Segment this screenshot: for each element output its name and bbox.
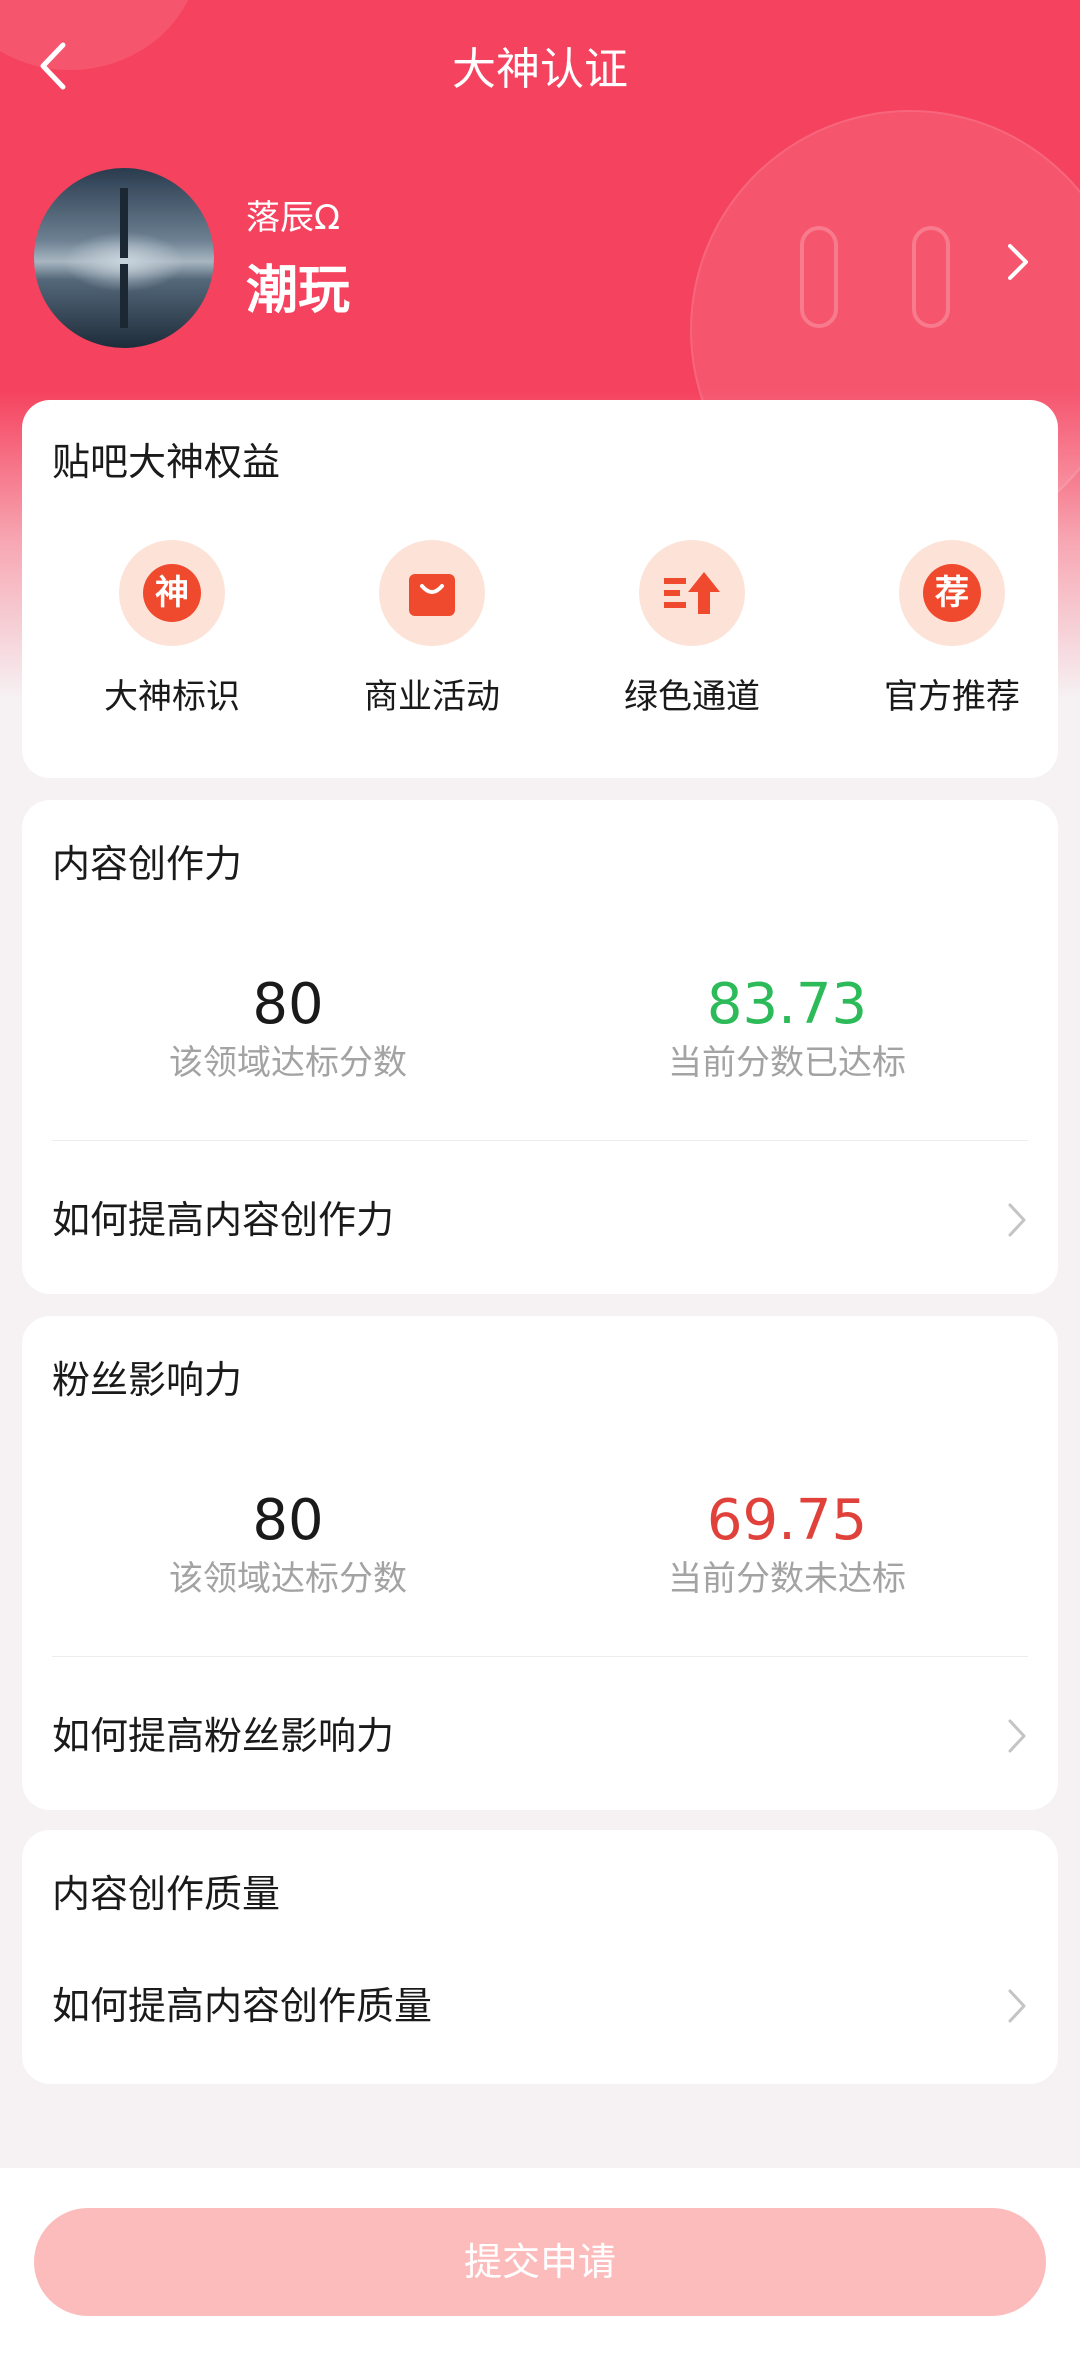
chevron-right-icon xyxy=(1008,1989,1026,2023)
link-label: 如何提高粉丝影响力 xyxy=(52,1714,395,1758)
benefit-label: 官方推荐 xyxy=(884,677,1020,717)
certification-field: 潮玩 xyxy=(246,261,351,321)
badge-icon: 神 xyxy=(143,564,201,622)
benefits-title: 贴吧大神权益 xyxy=(52,440,281,484)
link-label: 如何提高内容创作质量 xyxy=(52,1984,433,2028)
current-score: 69.75 xyxy=(706,1488,868,1553)
content-quality-title: 内容创作质量 xyxy=(52,1872,281,1916)
chevron-right-icon xyxy=(1008,1203,1026,1237)
fan-influence-title: 粉丝影响力 xyxy=(52,1358,243,1402)
page-title: 大神认证 xyxy=(452,44,628,95)
chevron-right-icon xyxy=(1008,244,1028,280)
top-bar: 大神认证 xyxy=(0,0,1080,140)
divider xyxy=(52,1656,1028,1657)
current-score-block: 83.73 当前分数已达标 xyxy=(537,970,1037,1086)
fan-influence-card: 粉丝影响力 80 该领域达标分数 69.75 当前分数未达标 如何提高粉丝影响力 xyxy=(22,1316,1058,1810)
content-quality-card: 内容创作质量 如何提高内容创作质量 xyxy=(22,1830,1058,2084)
content-creation-card: 内容创作力 80 该领域达标分数 83.73 当前分数已达标 如何提高内容创作力 xyxy=(22,800,1058,1294)
current-score-label: 当前分数已达标 xyxy=(668,1043,906,1083)
benefit-badge[interactable]: 神 大神标识 xyxy=(67,540,277,720)
shopping-bag-icon xyxy=(409,574,455,616)
target-score: 80 xyxy=(252,1488,324,1553)
content-creation-title: 内容创作力 xyxy=(52,842,243,886)
target-score-block: 80 该领域达标分数 xyxy=(38,970,538,1086)
avatar xyxy=(34,168,214,348)
submit-application-button[interactable]: 提交申请 xyxy=(34,2208,1046,2316)
target-score-block: 80 该领域达标分数 xyxy=(38,1486,538,1602)
bottom-bar: 提交申请 xyxy=(0,2168,1080,2356)
target-score: 80 xyxy=(252,972,324,1037)
fast-track-icon xyxy=(664,572,720,614)
link-label: 如何提高内容创作力 xyxy=(52,1198,395,1242)
divider xyxy=(52,1140,1028,1141)
user-nickname: 落辰Ω xyxy=(246,198,340,238)
chevron-right-icon xyxy=(1008,1719,1026,1753)
benefit-label: 大神标识 xyxy=(104,677,240,717)
benefit-label: 商业活动 xyxy=(364,677,500,717)
improve-fan-influence-link[interactable]: 如何提高粉丝影响力 xyxy=(22,1684,1058,1786)
target-score-label: 该领域达标分数 xyxy=(169,1043,407,1083)
benefit-recommend[interactable]: 荐 官方推荐 xyxy=(847,540,1057,720)
benefit-fast-track[interactable]: 绿色通道 xyxy=(587,540,797,720)
benefit-label: 绿色通道 xyxy=(624,677,760,717)
current-score-block: 69.75 当前分数未达标 xyxy=(537,1486,1037,1602)
benefits-card: 贴吧大神权益 神 大神标识 商业活动 绿色通道 荐 官方推荐 xyxy=(22,400,1058,778)
improve-content-quality-link[interactable]: 如何提高内容创作质量 xyxy=(22,1954,1058,2056)
benefit-business[interactable]: 商业活动 xyxy=(327,540,537,720)
target-score-label: 该领域达标分数 xyxy=(169,1559,407,1599)
profile-row[interactable]: 落辰Ω 潮玩 xyxy=(34,168,1044,354)
recommend-icon: 荐 xyxy=(923,564,981,622)
current-score-label: 当前分数未达标 xyxy=(668,1559,906,1599)
improve-content-creation-link[interactable]: 如何提高内容创作力 xyxy=(22,1168,1058,1270)
current-score: 83.73 xyxy=(706,972,868,1037)
